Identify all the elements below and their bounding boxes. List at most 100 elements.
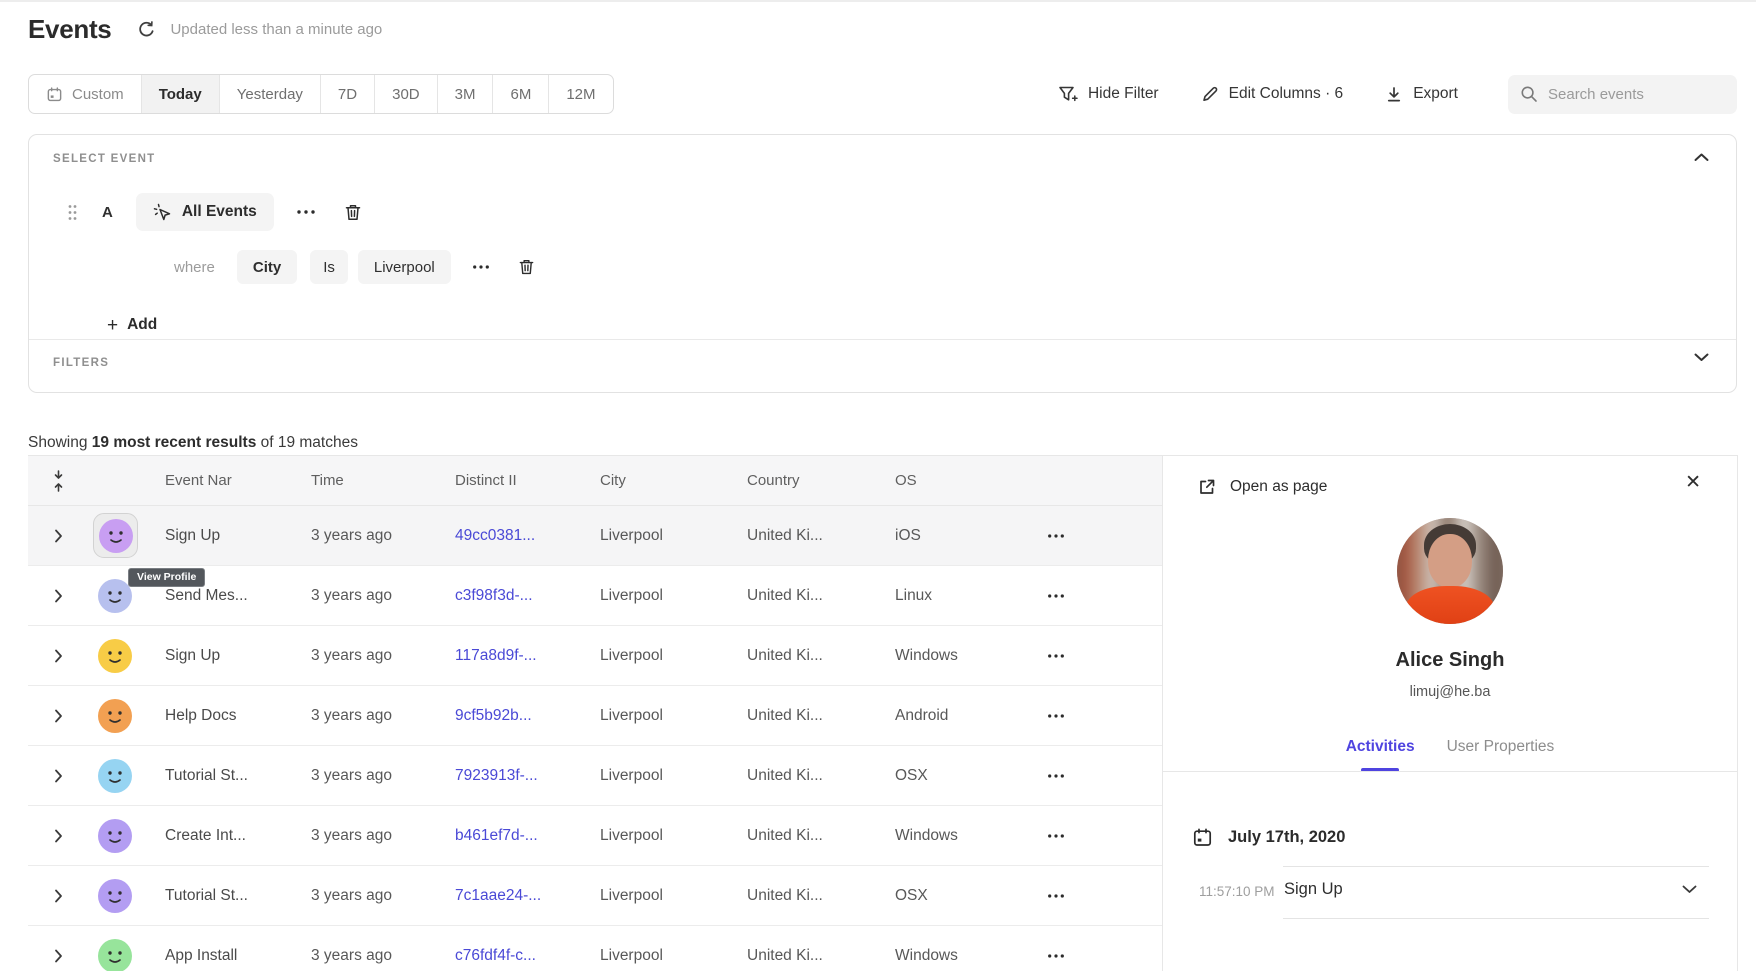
filter-more-menu[interactable]	[472, 264, 490, 270]
events-page: Events Updated less than a minute ago	[0, 0, 1756, 971]
distinct-id-link[interactable]: 7923913f-...	[455, 767, 538, 784]
header-city[interactable]: City	[600, 472, 747, 489]
tab-activities[interactable]: Activities	[1346, 738, 1415, 768]
row-more-menu[interactable]	[1047, 833, 1065, 839]
row-more-menu[interactable]	[1047, 533, 1065, 539]
expand-row-icon[interactable]	[54, 589, 63, 603]
header-country[interactable]: Country	[747, 472, 895, 489]
cell-event-name: Send Mes...	[165, 587, 311, 605]
search-events-box[interactable]	[1508, 75, 1737, 114]
tab-12m[interactable]: 12M	[548, 75, 612, 113]
tab-6m[interactable]: 6M	[492, 75, 548, 113]
cell-event-name: Create Int...	[165, 827, 311, 845]
select-event-label: SELECT EVENT	[53, 153, 156, 165]
distinct-id-link[interactable]: c3f98f3d-...	[455, 587, 533, 604]
expand-row-icon[interactable]	[54, 769, 63, 783]
user-avatar[interactable]	[98, 759, 132, 793]
user-avatar[interactable]	[98, 939, 132, 971]
tab-30d[interactable]: 30D	[374, 75, 437, 113]
tab-yesterday[interactable]: Yesterday	[219, 75, 320, 113]
close-icon[interactable]: ✕	[1685, 473, 1701, 492]
cell-os: iOS	[895, 527, 1015, 545]
refresh-icon	[137, 20, 156, 39]
row-more-menu[interactable]	[1047, 953, 1065, 959]
photo-sweater	[1406, 586, 1494, 624]
cell-event-name: Tutorial St...	[165, 767, 311, 785]
table-row[interactable]: App Install 3 years ago c76fdf4f-c... Li…	[28, 926, 1162, 971]
search-input[interactable]	[1548, 86, 1718, 103]
cell-city: Liverpool	[600, 707, 747, 725]
cell-event-name: Help Docs	[165, 707, 311, 725]
tab-3m[interactable]: 3M	[437, 75, 493, 113]
table-row[interactable]: Sign Up 3 years ago 117a8d9f-... Liverpo…	[28, 626, 1162, 686]
tab-7d[interactable]: 7D	[320, 75, 374, 113]
header-event-name[interactable]: Event Nar	[165, 472, 311, 489]
row-more-menu[interactable]	[1047, 653, 1065, 659]
distinct-id-link[interactable]: 117a8d9f-...	[455, 647, 537, 664]
date-range-tabs: Custom Today Yesterday 7D 30D 3M 6M 12M	[28, 74, 614, 114]
expand-row-icon[interactable]	[54, 889, 63, 903]
row-more-menu[interactable]	[1047, 713, 1065, 719]
filter-value-button[interactable]: Liverpool	[358, 250, 451, 284]
table-row[interactable]: Tutorial St... 3 years ago 7923913f-... …	[28, 746, 1162, 806]
distinct-id-link[interactable]: c76fdf4f-c...	[455, 947, 536, 964]
tab-user-properties[interactable]: User Properties	[1447, 738, 1555, 768]
header-os[interactable]: OS	[895, 472, 1015, 489]
expand-row-icon[interactable]	[54, 709, 63, 723]
refresh-button[interactable]	[135, 19, 157, 41]
filter-operator-button[interactable]: Is	[310, 250, 348, 284]
cell-city: Liverpool	[600, 587, 747, 605]
collapse-rows-button[interactable]	[28, 470, 88, 492]
distinct-id-link[interactable]: b461ef7d-...	[455, 827, 538, 844]
expand-row-icon[interactable]	[54, 649, 63, 663]
expand-row-icon[interactable]	[54, 949, 63, 963]
tab-today[interactable]: Today	[141, 75, 219, 113]
header-distinct-id[interactable]: Distinct II	[455, 472, 600, 489]
expand-row-icon[interactable]	[54, 829, 63, 843]
hide-filter-button[interactable]: Hide Filter	[1058, 85, 1159, 103]
collapse-panel-button[interactable]	[1694, 153, 1709, 162]
open-as-page-label: Open as page	[1230, 478, 1327, 496]
distinct-id-link[interactable]: 9cf5b92b...	[455, 707, 532, 724]
cell-time: 3 years ago	[311, 527, 455, 545]
user-avatar[interactable]	[99, 519, 133, 553]
filter-property-button[interactable]: City	[237, 250, 297, 284]
table-row[interactable]: Tutorial St... 3 years ago 7c1aae24-... …	[28, 866, 1162, 926]
cell-os: Windows	[895, 647, 1015, 665]
table-row[interactable]: Help Docs 3 years ago 9cf5b92b... Liverp…	[28, 686, 1162, 746]
add-button[interactable]: + Add	[107, 311, 157, 339]
expand-row-icon[interactable]	[54, 529, 63, 543]
export-button[interactable]: Export	[1385, 85, 1458, 103]
filters-expand-button[interactable]	[1694, 353, 1709, 362]
activity-divider	[1283, 918, 1709, 919]
profile-avatar-hover-box[interactable]	[93, 513, 138, 558]
table-row[interactable]: Create Int... 3 years ago b461ef7d-... L…	[28, 806, 1162, 866]
activity-expand-button[interactable]	[1682, 885, 1697, 894]
delete-event-button[interactable]	[344, 203, 362, 222]
edit-columns-button[interactable]: Edit Columns · 6	[1201, 85, 1344, 103]
row-more-menu[interactable]	[1047, 593, 1065, 599]
toolbar-right: Hide Filter Edit Columns · 6 Export	[1058, 75, 1737, 114]
open-as-page-button[interactable]: Open as page	[1197, 477, 1327, 497]
drag-handle-icon[interactable]	[67, 204, 78, 221]
cell-os: Android	[895, 707, 1015, 725]
user-avatar[interactable]	[98, 699, 132, 733]
user-avatar[interactable]	[98, 819, 132, 853]
user-avatar[interactable]	[98, 639, 132, 673]
cell-os: OSX	[895, 767, 1015, 785]
user-avatar[interactable]	[98, 879, 132, 913]
cell-city: Liverpool	[600, 647, 747, 665]
row-more-menu[interactable]	[1047, 893, 1065, 899]
event-more-menu[interactable]	[296, 209, 316, 215]
cell-time: 3 years ago	[311, 887, 455, 905]
distinct-id-link[interactable]: 49cc0381...	[455, 527, 535, 544]
delete-filter-button[interactable]	[518, 258, 535, 276]
event-selector-button[interactable]: All Events	[136, 193, 274, 231]
header-time[interactable]: Time	[311, 472, 455, 489]
table-row[interactable]: Sign Up 3 years ago 49cc0381... Liverpoo…	[28, 506, 1162, 566]
row-more-menu[interactable]	[1047, 773, 1065, 779]
distinct-id-link[interactable]: 7c1aae24-...	[455, 887, 541, 904]
tab-30d-label: 30D	[392, 86, 420, 103]
user-avatar[interactable]	[98, 579, 132, 613]
tab-custom[interactable]: Custom	[29, 75, 141, 113]
